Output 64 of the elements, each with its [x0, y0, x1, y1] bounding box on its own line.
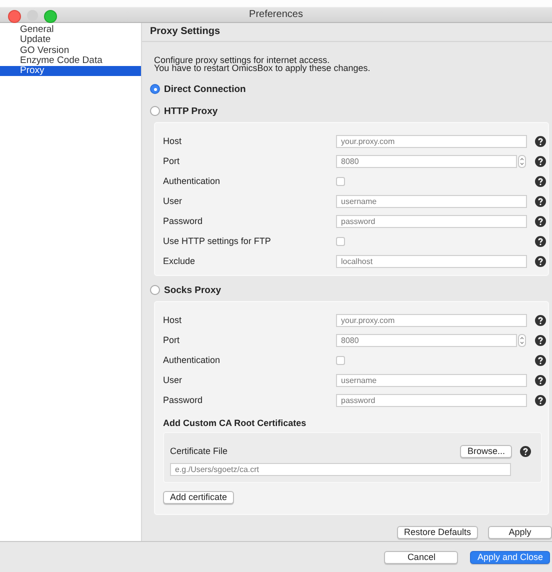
field-label: Host — [163, 136, 183, 146]
text-field[interactable]: localhost — [336, 254, 527, 268]
checkbox[interactable] — [336, 176, 345, 186]
radio-label: HTTP Proxy — [164, 106, 218, 116]
text-field[interactable]: username — [336, 194, 527, 208]
sidebar-item[interactable]: Update — [0, 35, 141, 46]
help-icon[interactable] — [535, 176, 546, 186]
help-icon[interactable] — [535, 394, 546, 406]
stepper-icon[interactable] — [518, 154, 526, 168]
help-icon[interactable] — [535, 236, 546, 246]
field-label: Host — [163, 315, 183, 325]
close-button[interactable] — [8, 10, 21, 23]
field-label: Port — [163, 156, 181, 166]
field-label: Password — [163, 216, 204, 226]
field-label: Use HTTP settings for FTP — [163, 236, 272, 246]
restore-defaults-button[interactable]: Restore Defaults — [396, 526, 478, 539]
field-label: Authentication — [163, 355, 222, 365]
add-certificate-button[interactable]: Add certificate — [163, 491, 234, 504]
help-icon[interactable] — [535, 136, 546, 146]
help-icon[interactable] — [535, 374, 546, 386]
help-icon[interactable] — [535, 256, 546, 266]
port-field[interactable]: 8080 — [336, 154, 517, 168]
sidebar-item[interactable]: Enzyme Code Data — [0, 56, 141, 66]
checkbox[interactable] — [336, 356, 345, 364]
checkbox[interactable] — [336, 236, 345, 246]
section-title: Add Custom CA Root Certificates — [163, 418, 308, 428]
help-icon[interactable] — [520, 446, 531, 456]
apply-and-close-button[interactable]: Apply and Close — [470, 550, 550, 564]
description-text: Configure proxy settings for internet access. — [154, 56, 330, 64]
help-icon[interactable] — [535, 156, 546, 166]
help-icon[interactable] — [535, 334, 546, 346]
radio-button[interactable] — [150, 285, 160, 295]
text-field[interactable]: password — [336, 214, 527, 228]
field-label: Certificate File — [170, 446, 229, 456]
help-icon[interactable] — [535, 314, 546, 326]
field-label: Password — [163, 395, 204, 405]
certificate-field[interactable]: e.g./Users/sgoetz/ca.crt — [170, 463, 511, 476]
field-label: Exclude — [163, 256, 196, 266]
text-field[interactable]: password — [336, 394, 527, 406]
text-field[interactable]: your.proxy.com — [336, 134, 527, 148]
page-title: Proxy Settings — [142, 23, 552, 42]
port-field[interactable]: 8080 — [336, 334, 517, 346]
text-field[interactable]: username — [336, 374, 527, 386]
help-icon[interactable] — [535, 196, 546, 206]
radio-label: Socks Proxy — [164, 284, 222, 296]
cancel-button[interactable]: Cancel — [384, 550, 458, 564]
sidebar-item[interactable]: General — [0, 25, 141, 36]
radio-button[interactable] — [150, 106, 160, 116]
apply-button[interactable]: Apply — [488, 526, 552, 539]
field-label: Port — [163, 335, 181, 345]
radio-button[interactable] — [150, 84, 160, 94]
field-label: User — [163, 375, 184, 385]
help-icon[interactable] — [535, 354, 546, 366]
text-field[interactable]: your.proxy.com — [336, 314, 527, 326]
field-label: Authentication — [163, 176, 222, 186]
sidebar-item[interactable]: Proxy — [0, 66, 141, 76]
window-title: Preferences — [249, 9, 303, 20]
stepper-icon[interactable] — [518, 334, 526, 346]
help-icon[interactable] — [535, 216, 546, 226]
sidebar-item[interactable]: GO Version — [0, 46, 141, 56]
browse-button[interactable]: Browse... — [460, 444, 512, 458]
description-text: You have to restart OmicsBox to apply these changes. — [154, 64, 372, 72]
radio-label: Direct Connection — [164, 84, 246, 94]
field-label: User — [163, 196, 184, 206]
